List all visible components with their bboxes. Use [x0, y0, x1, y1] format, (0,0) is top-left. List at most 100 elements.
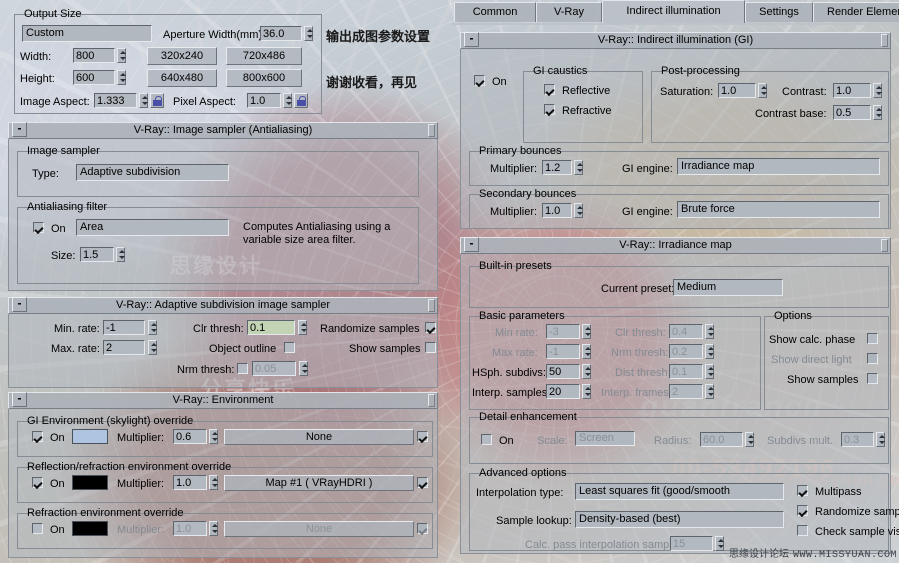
interp-frames-spinner[interactable] [705, 384, 714, 399]
gi-caustics-reflective-checkbox[interactable] [544, 84, 555, 95]
reflection-map-slot[interactable]: Map #1 ( VRayHDRI ) [224, 475, 414, 491]
antialiasing-filter-on-checkbox[interactable] [33, 222, 44, 233]
aperture-width-field[interactable]: 36.0 [260, 26, 302, 41]
image-aspect-field[interactable]: 1.333 [94, 93, 137, 108]
adaptive-subdivision-rollout-header[interactable]: - V-Ray:: Adaptive subdivision image sam… [8, 297, 438, 314]
irradiance-nrm-thresh-field[interactable]: 0.2 [669, 344, 703, 359]
irradiance-clr-thresh-spinner[interactable] [705, 324, 714, 339]
saturation-spinner[interactable] [758, 83, 767, 98]
nrm-thresh-spinner[interactable] [299, 361, 308, 376]
multipass-checkbox[interactable] [797, 485, 808, 496]
check-sample-visibility-checkbox[interactable] [797, 525, 808, 536]
output-preset-dropdown[interactable]: Custom [22, 25, 152, 42]
gi-multiplier-field[interactable]: 0.6 [173, 429, 207, 444]
refraction-map-slot[interactable]: None [224, 521, 414, 537]
tab-common[interactable]: Common [454, 2, 536, 22]
primary-engine-dropdown[interactable]: Irradiance map [677, 158, 880, 175]
advanced-randomize-samples-checkbox[interactable] [797, 505, 808, 516]
gi-map-slot[interactable]: None [224, 429, 414, 445]
rollout-resize-handle[interactable] [428, 394, 435, 407]
interp-samples-spinner[interactable] [582, 384, 591, 399]
subdivs-mult-field[interactable]: 0.3 [841, 432, 874, 447]
refraction-multiplier-spinner[interactable] [209, 521, 218, 536]
interpolation-type-dropdown[interactable]: Least squares fit (good/smooth [575, 483, 784, 500]
object-outline-checkbox[interactable] [284, 342, 295, 353]
preset-640x480-button[interactable]: 640x480 [147, 69, 217, 87]
collapse-icon[interactable]: - [12, 297, 27, 312]
secondary-engine-dropdown[interactable]: Brute force [677, 201, 880, 218]
image-aspect-lock-icon[interactable] [150, 93, 164, 108]
calc-pass-spinner[interactable] [715, 536, 724, 551]
irradiance-map-rollout-header[interactable]: - V-Ray:: Irradiance map [460, 237, 891, 254]
show-calc-phase-checkbox[interactable] [867, 333, 878, 344]
max-rate-field[interactable]: 2 [103, 340, 145, 355]
min-rate-field[interactable]: -1 [103, 320, 145, 335]
filter-size-field[interactable]: 1.5 [80, 247, 114, 262]
refraction-environment-on-checkbox[interactable] [32, 523, 43, 534]
width-spinner[interactable] [117, 48, 126, 63]
nrm-thresh-field[interactable]: 0.05 [252, 361, 296, 376]
detail-radius-spinner[interactable] [745, 432, 754, 447]
reflection-multiplier-field[interactable]: 1.0 [173, 475, 207, 490]
gi-environment-color-swatch[interactable] [72, 429, 108, 444]
height-field[interactable]: 600 [73, 70, 115, 85]
contrast-base-field[interactable]: 0.5 [833, 105, 871, 120]
min-rate-spinner[interactable] [148, 320, 157, 335]
height-spinner[interactable] [117, 70, 126, 85]
rollout-resize-handle[interactable] [428, 299, 435, 312]
pixel-aspect-spinner[interactable] [283, 93, 292, 108]
interp-samples-field[interactable]: 20 [546, 384, 580, 399]
irradiance-max-rate-field[interactable]: -1 [546, 344, 580, 359]
contrast-field[interactable]: 1.0 [833, 83, 871, 98]
aperture-width-spinner[interactable] [304, 26, 313, 41]
subdivs-mult-spinner[interactable] [876, 432, 885, 447]
collapse-icon[interactable]: - [12, 392, 27, 407]
pixel-aspect-field[interactable]: 1.0 [247, 93, 281, 108]
gi-caustics-refractive-checkbox[interactable] [544, 104, 555, 115]
irradiance-nrm-thresh-spinner[interactable] [705, 344, 714, 359]
collapse-icon[interactable]: - [464, 237, 479, 252]
refraction-environment-color-swatch[interactable] [72, 521, 108, 536]
primary-multiplier-spinner[interactable] [574, 160, 583, 175]
dist-thresh-spinner[interactable] [705, 364, 714, 379]
gi-on-checkbox[interactable] [474, 75, 485, 86]
refraction-multiplier-field[interactable]: 1.0 [173, 521, 207, 536]
filter-size-spinner[interactable] [116, 247, 125, 262]
randomize-samples-checkbox[interactable] [425, 322, 436, 333]
irradiance-min-rate-field[interactable]: -3 [546, 324, 580, 339]
irradiance-show-samples-checkbox[interactable] [867, 373, 878, 384]
show-direct-light-checkbox[interactable] [867, 353, 878, 364]
image-aspect-spinner[interactable] [139, 93, 148, 108]
secondary-multiplier-spinner[interactable] [574, 203, 583, 218]
refraction-map-enable-checkbox[interactable] [417, 523, 428, 534]
tab-indirect-illumination[interactable]: Indirect illumination [602, 0, 745, 23]
irradiance-min-rate-spinner[interactable] [582, 324, 591, 339]
gi-environment-on-checkbox[interactable] [32, 431, 43, 442]
antialiasing-filter-dropdown[interactable]: Area [76, 219, 229, 236]
dist-thresh-field[interactable]: 0.1 [669, 364, 703, 379]
image-sampler-rollout-header[interactable]: - V-Ray:: Image sampler (Antialiasing) [8, 122, 438, 139]
pixel-aspect-lock-icon[interactable] [294, 93, 308, 108]
contrast-base-spinner[interactable] [873, 105, 882, 120]
sample-lookup-dropdown[interactable]: Density-based (best) [575, 511, 784, 528]
tab-settings[interactable]: Settings [745, 2, 813, 22]
rollout-resize-handle[interactable] [428, 124, 435, 137]
primary-multiplier-field[interactable]: 1.2 [542, 160, 572, 175]
interp-frames-field[interactable]: 2 [669, 384, 703, 399]
environment-rollout-header[interactable]: - V-Ray:: Environment [8, 392, 438, 409]
reflection-environment-on-checkbox[interactable] [32, 477, 43, 488]
hsph-subdivs-field[interactable]: 50 [546, 364, 580, 379]
reflection-multiplier-spinner[interactable] [209, 475, 218, 490]
tab-vray[interactable]: V-Ray [536, 2, 602, 22]
nrm-thresh-enable-checkbox[interactable] [237, 363, 248, 374]
collapse-icon[interactable]: - [464, 32, 479, 47]
sampler-type-dropdown[interactable]: Adaptive subdivision [76, 164, 229, 181]
clr-thresh-field[interactable]: 0.1 [247, 320, 295, 335]
reflection-map-enable-checkbox[interactable] [417, 477, 428, 488]
gi-multiplier-spinner[interactable] [209, 429, 218, 444]
preset-800x600-button[interactable]: 800x600 [226, 69, 302, 87]
detail-enhancement-on-checkbox[interactable] [481, 434, 492, 445]
calc-pass-field[interactable]: 15 [670, 536, 713, 551]
clr-thresh-spinner[interactable] [298, 320, 307, 335]
show-samples-checkbox[interactable] [425, 342, 436, 353]
